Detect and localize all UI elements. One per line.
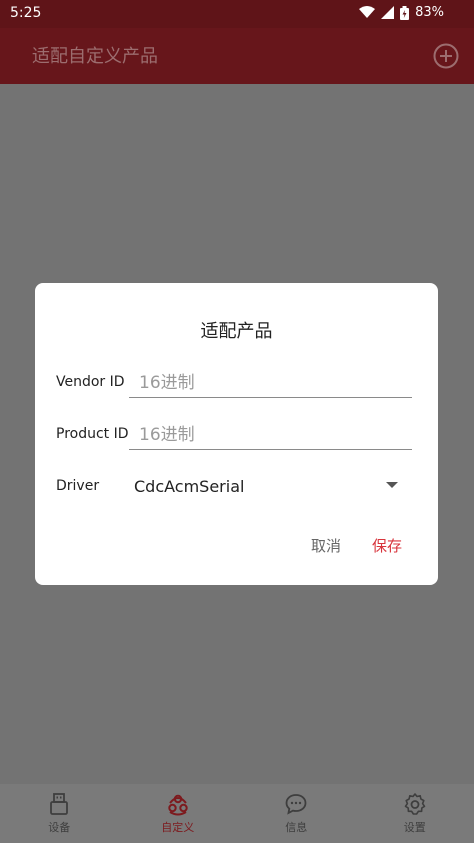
chat-bubble-icon xyxy=(285,794,307,815)
nav-label: 信息 xyxy=(285,821,308,834)
wifi-icon xyxy=(359,6,376,18)
cancel-button[interactable]: 取消 xyxy=(311,535,341,556)
nav-item-info[interactable]: 信息 xyxy=(237,784,356,843)
usb-device-icon xyxy=(50,793,69,815)
bottom-nav: 设备 自定义 信息 设置 xyxy=(0,784,474,843)
nav-item-devices[interactable]: 设备 xyxy=(0,784,119,843)
save-button[interactable]: 保存 xyxy=(372,535,402,556)
gear-icon xyxy=(404,793,426,815)
nav-item-custom[interactable]: 自定义 xyxy=(119,784,238,843)
add-circle-icon[interactable] xyxy=(432,42,460,70)
battery-icon xyxy=(400,5,410,20)
vendor-id-input[interactable] xyxy=(129,368,412,398)
battery-level: 83% xyxy=(415,5,444,20)
nav-label: 设置 xyxy=(403,821,426,834)
vendor-id-label: Vendor ID xyxy=(56,374,125,390)
nav-label: 设备 xyxy=(48,821,71,834)
signal-icon xyxy=(381,6,395,19)
nav-item-settings[interactable]: 设置 xyxy=(356,784,474,843)
adapt-product-dialog: 适配产品 Vendor ID Product ID Driver CdcAcmS… xyxy=(35,283,438,585)
product-id-label: Product ID xyxy=(56,426,129,442)
driver-label: Driver xyxy=(56,478,100,494)
driver-select[interactable]: CdcAcmSerial xyxy=(134,477,244,496)
status-time: 5:25 xyxy=(10,5,42,21)
dialog-title: 适配产品 xyxy=(200,321,273,342)
nav-label: 自定义 xyxy=(161,821,195,834)
page-title: 适配自定义产品 xyxy=(32,46,158,67)
product-id-input[interactable] xyxy=(129,420,412,450)
status-icons: 83% xyxy=(359,5,444,20)
status-bar: 5:25 83% xyxy=(0,0,474,28)
custom-icon xyxy=(168,794,188,816)
dropdown-arrow-icon[interactable] xyxy=(386,482,398,488)
app-bar: 适配自定义产品 xyxy=(0,28,474,84)
